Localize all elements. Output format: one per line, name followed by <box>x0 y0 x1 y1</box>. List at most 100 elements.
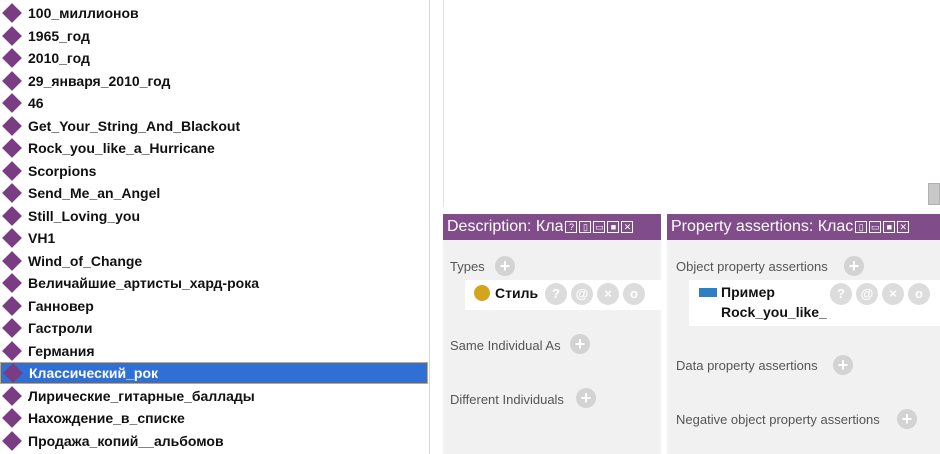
individual-list-item[interactable]: Wind_of_Change <box>0 250 428 272</box>
individual-label: Still_Loving_you <box>28 207 141 224</box>
annotate-icon[interactable]: @ <box>856 283 878 305</box>
individual-list-item[interactable]: Get_Your_String_And_Blackout <box>0 115 428 137</box>
types-label: Types <box>450 259 485 274</box>
diamond-icon <box>2 273 22 293</box>
type-entry-label: Стиль <box>495 285 539 301</box>
individual-list-item[interactable]: Классический_рок <box>0 362 428 384</box>
diamond-icon <box>2 25 22 46</box>
diamond-icon <box>2 3 22 23</box>
individual-label: Wind_of_Change <box>28 252 143 269</box>
add-data-property-icon[interactable]: + <box>833 355 853 375</box>
individual-label: Scorpions <box>28 162 97 179</box>
diamond-icon <box>2 205 22 226</box>
scrollbar-thumb[interactable] <box>928 183 940 205</box>
description-panel-title: Description: Кла <box>447 218 564 235</box>
class-circle-icon <box>474 285 490 301</box>
individual-list-item[interactable]: Still_Loving_you <box>0 205 428 227</box>
add-same-individual-icon[interactable]: + <box>570 334 590 354</box>
add-negative-object-property-icon[interactable]: + <box>897 409 917 429</box>
property-panel-title: Property assertions: Клас <box>671 218 854 235</box>
individual-label: Rock_you_like_a_Hurricane <box>28 140 215 156</box>
diamond-icon <box>2 138 22 158</box>
add-object-property-icon[interactable]: + <box>844 256 864 276</box>
close-icon[interactable]: ✕ <box>621 221 634 233</box>
object-property-value: Rock_you_like_ <box>721 304 827 320</box>
same-individual-label: Same Individual As <box>450 338 561 353</box>
maximize-icon[interactable]: ■ <box>883 221 896 233</box>
individual-list-item[interactable]: 2010_год <box>0 47 428 69</box>
diamond-icon <box>2 430 22 451</box>
individual-list-item[interactable]: Нахождение_в_списке <box>0 407 428 429</box>
type-entry-row[interactable]: Стиль ? @ × o <box>465 280 661 310</box>
diamond-icon <box>2 340 22 361</box>
diamond-icon <box>2 48 22 68</box>
individual-list-item[interactable]: 100_миллионов <box>0 2 428 24</box>
individual-list-item[interactable]: Scorpions <box>0 160 428 182</box>
property-panel-body: Object property assertions + Пример Rock… <box>667 240 940 454</box>
object-property-icon <box>699 288 717 297</box>
explain-icon[interactable]: ? <box>545 283 567 305</box>
individual-list-item[interactable]: Rock_you_like_a_Hurricane <box>0 137 428 159</box>
maximize-icon[interactable]: ■ <box>607 221 620 233</box>
diamond-icon <box>2 115 22 136</box>
individual-list-item[interactable]: 46 <box>0 92 428 114</box>
diamond-icon <box>2 228 22 248</box>
split-horizontal-icon[interactable]: ▭ <box>593 221 606 233</box>
add-type-icon[interactable]: + <box>495 256 515 276</box>
explain-icon[interactable]: ? <box>830 283 852 305</box>
individual-list-item[interactable]: Send_Me_an_Angel <box>0 182 428 204</box>
diamond-icon <box>2 385 22 406</box>
individual-label: 46 <box>28 95 44 111</box>
object-property-name: Пример <box>721 284 775 300</box>
individual-label: 100_миллионов <box>28 5 139 21</box>
individual-label: 29_января_2010_год <box>28 72 171 89</box>
individual-list-item[interactable]: Гастроли <box>0 317 428 339</box>
diamond-icon <box>2 318 22 338</box>
diamond-icon <box>2 295 22 316</box>
split-horizontal-icon[interactable]: ▭ <box>869 221 882 233</box>
close-icon[interactable]: ✕ <box>897 221 910 233</box>
individual-list-item[interactable]: Продажа_копий__альбомов <box>0 430 428 452</box>
object-property-assertions-label: Object property assertions <box>676 259 828 274</box>
delete-icon[interactable]: × <box>597 283 619 305</box>
object-property-entry[interactable]: Пример Rock_you_like_ ? @ × o <box>689 280 940 326</box>
individual-label: Send_Me_an_Angel <box>28 185 161 201</box>
individual-label: VH1 <box>28 230 56 246</box>
help-icon[interactable]: ? <box>565 221 578 233</box>
split-vertical-icon[interactable]: ▯ <box>855 221 868 233</box>
individual-list-item[interactable]: 29_января_2010_год <box>0 70 428 92</box>
individual-list-item[interactable]: Ганновер <box>0 295 428 317</box>
diamond-icon <box>2 408 22 428</box>
diamond-icon <box>3 363 23 383</box>
individual-label: 1965_год <box>28 27 90 44</box>
individual-label: Гастроли <box>28 320 93 336</box>
diamond-icon <box>2 183 22 203</box>
add-different-individual-icon[interactable]: + <box>576 388 596 408</box>
description-panel-header: Description: Кла ? ▯ ▭ ■ ✕ <box>443 214 661 240</box>
split-vertical-icon[interactable]: ▯ <box>579 221 592 233</box>
individual-label: Величайшие_артисты_хард-рока <box>28 275 259 291</box>
individual-label: Нахождение_в_списке <box>28 410 185 426</box>
individual-list-item[interactable]: 1965_год <box>0 25 428 47</box>
delete-icon[interactable]: × <box>882 283 904 305</box>
different-individuals-label: Different Individuals <box>450 392 564 407</box>
individual-label: Продажа_копий__альбомов <box>28 432 224 449</box>
individual-list-item[interactable]: VH1 <box>0 227 428 249</box>
individual-list-item[interactable]: Германия <box>0 340 428 362</box>
diamond-icon <box>2 160 22 181</box>
annotate-icon[interactable]: @ <box>571 283 593 305</box>
description-panel-body: Types + Стиль ? @ × o Same Individual As… <box>443 240 661 454</box>
individual-list-item[interactable]: Величайшие_артисты_хард-рока <box>0 272 428 294</box>
individual-label: Ганновер <box>28 297 94 314</box>
data-property-assertions-label: Data property assertions <box>676 358 818 373</box>
diamond-icon <box>2 70 22 91</box>
edit-icon[interactable]: o <box>623 283 645 305</box>
individual-label: 2010_год <box>28 50 90 66</box>
individual-label: Классический_рок <box>29 365 159 381</box>
edit-icon[interactable]: o <box>908 283 930 305</box>
annotations-area <box>443 0 940 207</box>
diamond-icon <box>2 250 22 271</box>
individual-list-item[interactable]: Лирические_гитарные_баллады <box>0 385 428 407</box>
property-panel-header: Property assertions: Клас ▯ ▭ ■ ✕ <box>667 214 940 240</box>
individual-label: Get_Your_String_And_Blackout <box>28 117 241 134</box>
